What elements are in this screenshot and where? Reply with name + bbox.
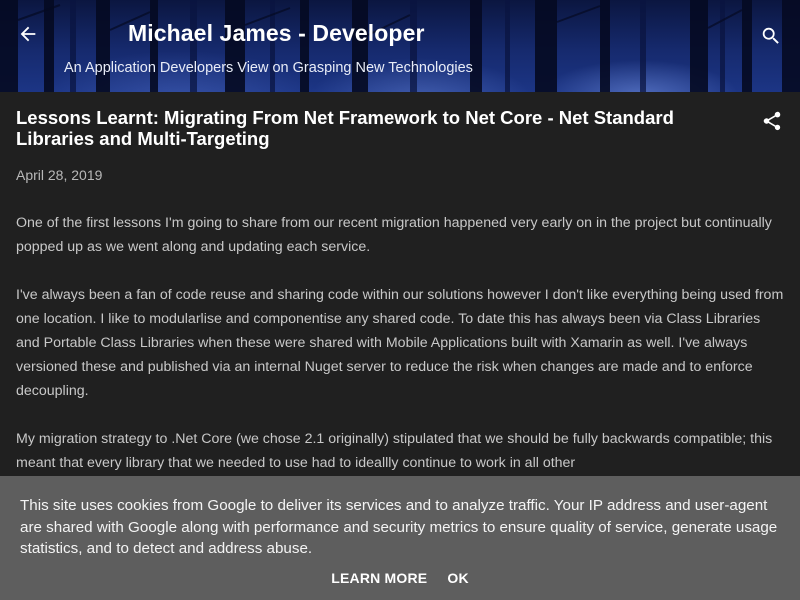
- back-button[interactable]: [14, 20, 42, 48]
- post-header: Lessons Learnt: Migrating From Net Frame…: [16, 107, 736, 149]
- page: Michael James - Developer An Application…: [0, 0, 800, 600]
- learn-more-button[interactable]: Learn more: [331, 570, 427, 586]
- blog-title[interactable]: Michael James - Developer: [128, 20, 425, 47]
- arrow-left-icon: [20, 26, 36, 42]
- post-date[interactable]: April 28, 2019: [16, 167, 102, 183]
- cookie-message: This site uses cookies from Google to de…: [20, 497, 778, 557]
- post-body: One of the first lessons I'm going to sh…: [16, 211, 786, 499]
- blog-header: Michael James - Developer An Application…: [0, 0, 800, 92]
- cookie-actions: Learn more OK: [0, 570, 800, 586]
- post-paragraph: I've always been a fan of code reuse and…: [16, 287, 784, 399]
- blog-description: An Application Developers View on Graspi…: [64, 60, 473, 76]
- search-button[interactable]: [757, 22, 785, 50]
- search-icon: [762, 27, 779, 44]
- post-paragraph: One of the first lessons I'm going to sh…: [16, 215, 772, 255]
- ok-button[interactable]: OK: [447, 570, 468, 586]
- share-button[interactable]: [760, 108, 784, 134]
- post-title: Lessons Learnt: Migrating From Net Frame…: [16, 107, 674, 149]
- post-paragraph: My migration strategy to .Net Core (we c…: [16, 431, 773, 471]
- cookie-banner: This site uses cookies from Google to de…: [0, 476, 800, 600]
- share-icon: [763, 111, 781, 131]
